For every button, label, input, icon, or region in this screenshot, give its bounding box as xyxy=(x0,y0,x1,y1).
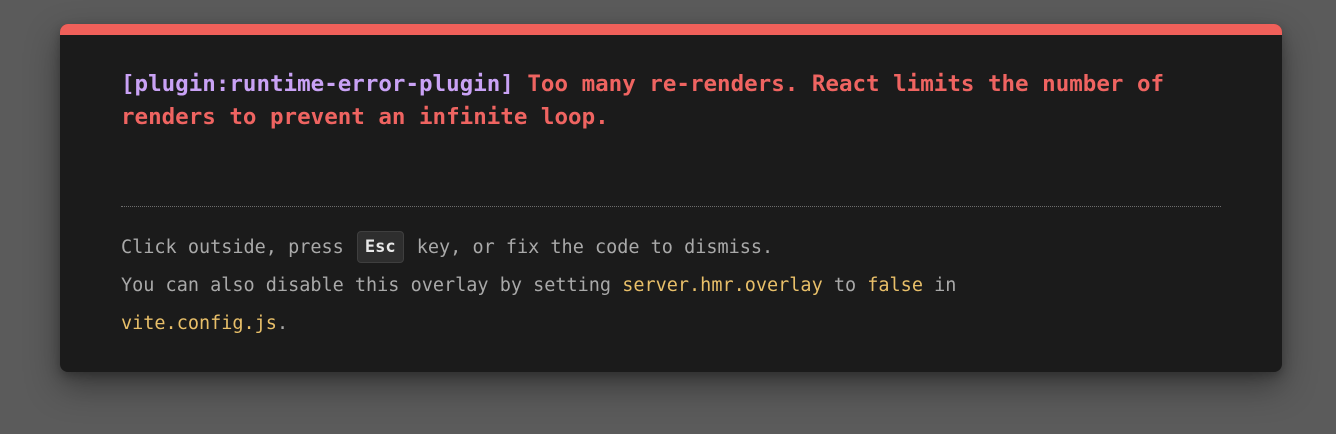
error-accent-bar xyxy=(60,24,1282,35)
tip-line-2: You can also disable this overlay by set… xyxy=(121,267,1231,305)
tip-line-1: Click outside, press Esc key, or fix the… xyxy=(121,229,1231,267)
tip-text: You can also disable this overlay by set… xyxy=(121,275,623,296)
error-message: [plugin:runtime-error-plugin] Too many r… xyxy=(121,68,1201,134)
esc-key-badge: Esc xyxy=(356,231,404,263)
config-value-code: false xyxy=(867,275,923,296)
error-overlay-window: [plugin:runtime-error-plugin] Too many r… xyxy=(60,24,1282,372)
tip-text: in xyxy=(922,275,957,296)
config-option-code: server.hmr.overlay xyxy=(622,275,823,296)
plugin-label: [plugin:runtime-error-plugin] xyxy=(121,71,514,97)
divider xyxy=(121,206,1221,207)
tip-text: key, or fix the code to dismiss. xyxy=(405,237,774,258)
config-file-code: vite.config.js xyxy=(121,313,277,334)
tip-text: Click outside, press xyxy=(121,237,355,258)
tip-text: to xyxy=(822,275,868,296)
tip-text: . xyxy=(276,313,289,334)
tip-line-3: vite.config.js. xyxy=(121,305,1231,343)
dismiss-tip: Click outside, press Esc key, or fix the… xyxy=(121,229,1231,343)
